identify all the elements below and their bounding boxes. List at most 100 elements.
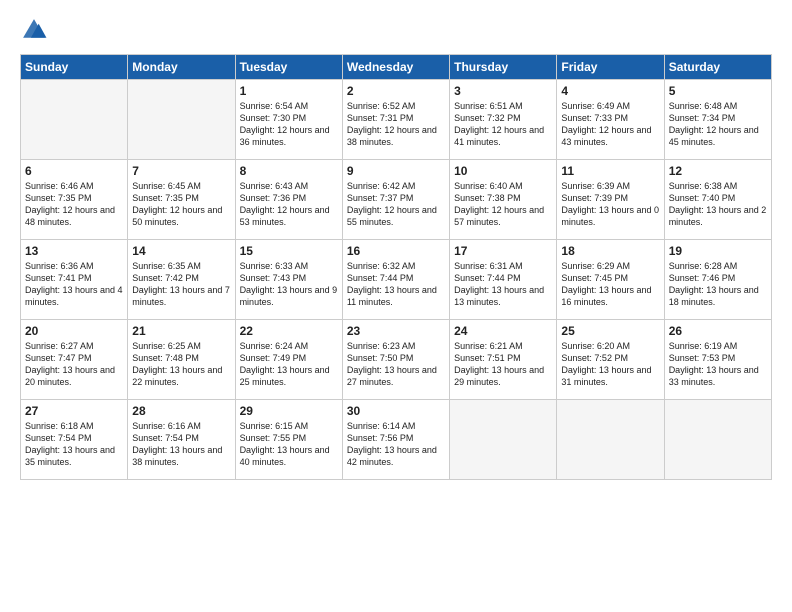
- day-number: 12: [669, 164, 767, 178]
- calendar-week-row: 27Sunrise: 6:18 AMSunset: 7:54 PMDayligh…: [21, 400, 772, 480]
- calendar-day-cell: 3Sunrise: 6:51 AMSunset: 7:32 PMDaylight…: [450, 80, 557, 160]
- day-number: 8: [240, 164, 338, 178]
- day-info: Sunrise: 6:35 AMSunset: 7:42 PMDaylight:…: [132, 260, 230, 309]
- daylight-label: Daylight: 13 hours and 27 minutes.: [347, 365, 437, 387]
- calendar-day-cell: 29Sunrise: 6:15 AMSunset: 7:55 PMDayligh…: [235, 400, 342, 480]
- day-number: 13: [25, 244, 123, 258]
- sunrise-label: Sunrise: 6:15 AM: [240, 421, 309, 431]
- calendar-day-cell: [21, 80, 128, 160]
- sunrise-label: Sunrise: 6:45 AM: [132, 181, 201, 191]
- day-info: Sunrise: 6:31 AM Sunset: 7:44 PM Daylight:…: [454, 260, 552, 309]
- day-info: Sunrise: 6:29 AMSunset: 7:45 PMDaylight:…: [561, 260, 659, 309]
- sunset-label: Sunset: 7:48 PM: [132, 353, 199, 363]
- day-number: 17: [454, 244, 552, 258]
- sunrise-label: Sunrise: 6:28 AM: [669, 261, 738, 271]
- day-number: 15: [240, 244, 338, 258]
- sunrise-label: Sunrise: 6:54 AM: [240, 101, 309, 111]
- sunset-label: Sunset: 7:43 PM: [240, 273, 307, 283]
- daylight-label: Daylight: 12 hours and 36 minutes.: [240, 125, 330, 147]
- day-info: Sunrise: 6:14 AMSunset: 7:56 PMDaylight:…: [347, 420, 445, 469]
- day-number: 21: [132, 324, 230, 338]
- sunset-label: Sunset: 7:53 PM: [669, 353, 736, 363]
- day-number: 24: [454, 324, 552, 338]
- sunrise-label: Sunrise: 6:27 AM: [25, 341, 94, 351]
- day-number: 4: [561, 84, 659, 98]
- sunset-label: Sunset: 7:54 PM: [25, 433, 92, 443]
- daylight-label: Daylight: 12 hours and 48 minutes.: [25, 205, 115, 227]
- day-info: Sunrise: 6:46 AMSunset: 7:35 PMDaylight:…: [25, 180, 123, 229]
- day-number: 22: [240, 324, 338, 338]
- calendar-day-cell: 30 Sunrise: 6:14 AMSunset: 7:56 PMDayligh…: [342, 400, 449, 480]
- sunrise-label: Sunrise: 6:46 AM: [25, 181, 94, 191]
- sunrise-label: Sunrise: 6:32 AM: [347, 261, 416, 271]
- sunrise-label: Sunrise: 6:36 AM: [25, 261, 94, 271]
- daylight-label: Daylight: 13 hours and 16 minutes.: [561, 285, 651, 307]
- sunset-label: Sunset: 7:54 PM: [132, 433, 199, 443]
- sunrise-label: Sunrise: 6:39 AM: [561, 181, 630, 191]
- day-info: Sunrise: 6:48 AMSunset: 7:34 PMDaylight:…: [669, 100, 767, 149]
- day-info: Sunrise: 6:36 AMSunset: 7:41 PMDaylight:…: [25, 260, 123, 309]
- sunrise-label: Sunrise: 6:49 AM: [561, 101, 630, 111]
- day-info: Sunrise: 6:19 AMSunset: 7:53 PMDaylight:…: [669, 340, 767, 389]
- day-info: Sunrise: 6:42 AMSunset: 7:37 PMDaylight:…: [347, 180, 445, 229]
- day-info: Sunrise: 6:15 AMSunset: 7:55 PMDaylight:…: [240, 420, 338, 469]
- day-number: 3: [454, 84, 552, 98]
- day-info: Sunrise: 6:39 AMSunset: 7:39 PMDaylight:…: [561, 180, 659, 229]
- sunset-label: Sunset: 7:37 PM: [347, 193, 414, 203]
- calendar-day-cell: 6 Sunrise: 6:46 AMSunset: 7:35 PMDaylight…: [21, 160, 128, 240]
- calendar-week-row: 20Sunrise: 6:27 AMSunset: 7:47 PMDayligh…: [21, 320, 772, 400]
- calendar-day-cell: 18Sunrise: 6:29 AMSunset: 7:45 PMDayligh…: [557, 240, 664, 320]
- daylight-label: Daylight: 13 hours and 4 minutes.: [25, 285, 123, 307]
- calendar-day-cell: [450, 400, 557, 480]
- sunset-label: Sunset: 7:44 PM: [347, 273, 414, 283]
- calendar-day-cell: 13 Sunrise: 6:36 AMSunset: 7:41 PMDayligh…: [21, 240, 128, 320]
- calendar-week-row: 6Sunrise: 6:46 AMSunset: 7:35 PMDaylight…: [21, 160, 772, 240]
- sunrise-label: Sunrise: 6:40 AM: [454, 181, 523, 191]
- day-number: 6: [25, 164, 123, 178]
- calendar-day-cell: 7Sunrise: 6:45 AMSunset: 7:35 PMDaylight…: [128, 160, 235, 240]
- calendar-weekday-tuesday: Tuesday: [235, 55, 342, 80]
- calendar-day-cell: 26Sunrise: 6:19 AMSunset: 7:53 PMDayligh…: [664, 320, 771, 400]
- daylight-label: Daylight: 13 hours and 38 minutes.: [132, 445, 222, 467]
- sunset-label: Sunset: 7:52 PM: [561, 353, 628, 363]
- calendar-day-cell: 20Sunrise: 6:27 AMSunset: 7:47 PMDayligh…: [21, 320, 128, 400]
- sunset-label: Sunset: 7:47 PM: [25, 353, 92, 363]
- sunset-label: Sunset: 7:33 PM: [561, 113, 628, 123]
- calendar-day-cell: 23 Sunrise: 6:23 AMSunset: 7:50 PMDayligh…: [342, 320, 449, 400]
- daylight-label: Daylight: 13 hours and 13 minutes.: [454, 285, 544, 307]
- day-number: 23: [347, 324, 445, 338]
- daylight-label: Daylight: 13 hours and 35 minutes.: [25, 445, 115, 467]
- day-info: Sunrise: 6:23 AMSunset: 7:50 PMDaylight:…: [347, 340, 445, 389]
- day-info: Sunrise: 6:24 AMSunset: 7:49 PMDaylight:…: [240, 340, 338, 389]
- calendar-day-cell: 27Sunrise: 6:18 AMSunset: 7:54 PMDayligh…: [21, 400, 128, 480]
- sunset-label: Sunset: 7:35 PM: [132, 193, 199, 203]
- sunrise-label: Sunrise: 6:38 AM: [669, 181, 738, 191]
- sunrise-label: Sunrise: 6:16 AM: [132, 421, 201, 431]
- day-info: Sunrise: 6:38 AMSunset: 7:40 PMDaylight:…: [669, 180, 767, 229]
- sunset-label: Sunset: 7:44 PM: [454, 273, 521, 283]
- day-info: Sunrise: 6:43 AMSunset: 7:36 PMDaylight:…: [240, 180, 338, 229]
- day-info: Sunrise: 6:28 AMSunset: 7:46 PMDaylight:…: [669, 260, 767, 309]
- calendar-day-cell: 10Sunrise: 6:40 AMSunset: 7:38 PMDayligh…: [450, 160, 557, 240]
- calendar-day-cell: 21 Sunrise: 6:25 AM Sunset: 7:48 PM Dayligh…: [128, 320, 235, 400]
- day-number: 30: [347, 404, 445, 418]
- sunrise-label: Sunrise: 6:25 AM: [132, 341, 201, 351]
- calendar-day-cell: 5Sunrise: 6:48 AMSunset: 7:34 PMDaylight…: [664, 80, 771, 160]
- calendar-day-cell: 15 Sunrise: 6:33 AMSunset: 7:43 PMDayligh…: [235, 240, 342, 320]
- calendar-day-cell: [557, 400, 664, 480]
- sunset-label: Sunset: 7:45 PM: [561, 273, 628, 283]
- calendar-weekday-saturday: Saturday: [664, 55, 771, 80]
- logo-icon: [20, 16, 48, 44]
- calendar-day-cell: 24Sunrise: 6:21 AMSunset: 7:51 PMDayligh…: [450, 320, 557, 400]
- sunrise-label: Sunrise: 6:31 AM: [454, 261, 523, 271]
- sunrise-label: Sunrise: 6:23 AM: [347, 341, 416, 351]
- daylight-label: Daylight: 13 hours and 22 minutes.: [132, 365, 222, 387]
- daylight-label: Daylight: 13 hours and 20 minutes.: [25, 365, 115, 387]
- day-info: Sunrise: 6:33 AMSunset: 7:43 PMDaylight:…: [240, 260, 338, 309]
- daylight-label: Daylight: 12 hours and 55 minutes.: [347, 205, 437, 227]
- calendar-day-cell: 16Sunrise: 6:32 AMSunset: 7:44 PMDayligh…: [342, 240, 449, 320]
- calendar-weekday-sunday: Sunday: [21, 55, 128, 80]
- sunset-label: Sunset: 7:39 PM: [561, 193, 628, 203]
- day-number: 9: [347, 164, 445, 178]
- sunset-label: Sunset: 7:40 PM: [669, 193, 736, 203]
